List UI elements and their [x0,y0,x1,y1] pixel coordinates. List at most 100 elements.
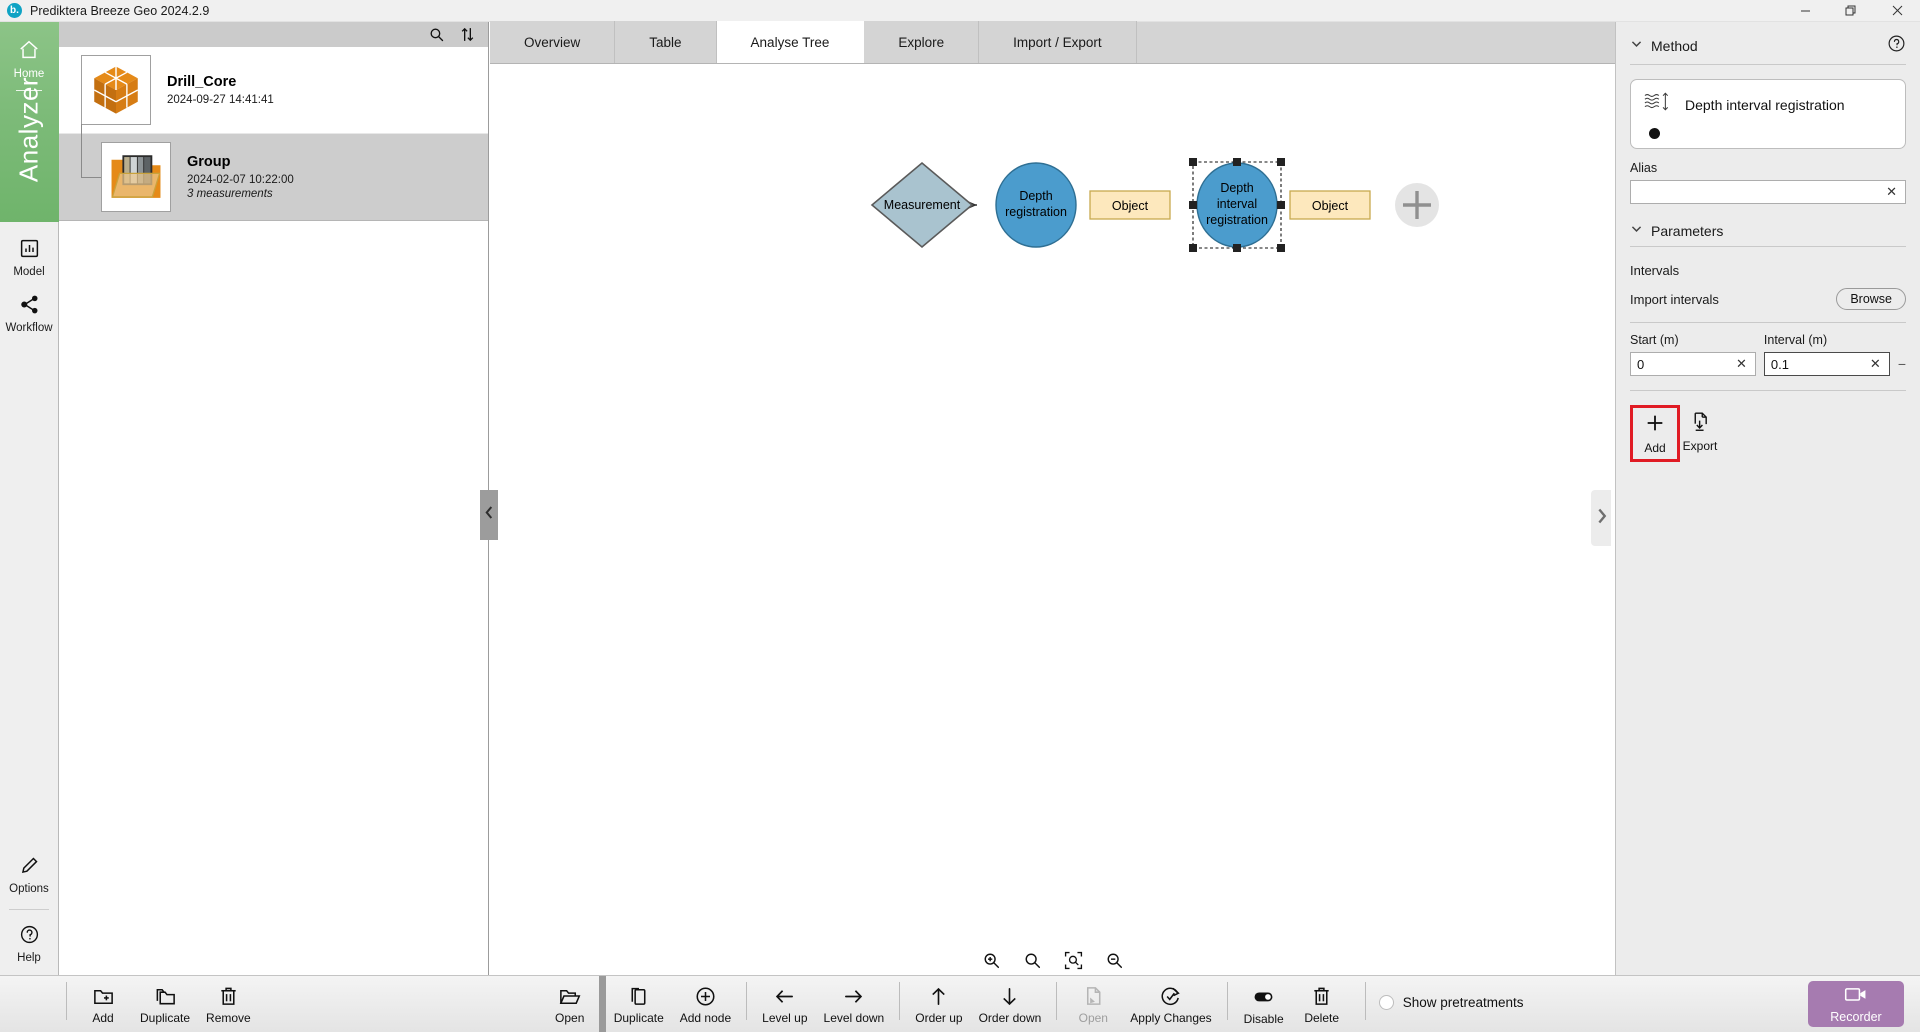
resize-handle-ne[interactable] [1277,158,1285,166]
zoom-in-icon[interactable] [982,951,1001,970]
parameters-section-header[interactable]: Parameters [1630,204,1906,240]
list-item-date: 2024-02-07 10:22:00 [187,174,294,186]
sidebar-item-options[interactable]: Options [0,855,59,895]
order-down-button[interactable]: Order down [971,976,1050,1028]
graph-node-depth-interval-registration[interactable]: Depth interval registration [1189,158,1285,252]
resize-handle-se[interactable] [1277,244,1285,252]
sidebar-item-help[interactable]: Help [0,924,59,964]
toolbar-group-tree: Duplicate Add node Level up Level down O… [606,976,1351,1032]
duplicate-node-button[interactable]: Duplicate [606,976,672,1028]
level-up-button[interactable]: Level up [754,976,815,1028]
interval-column: Interval (m) 0.1 ✕ [1763,333,1890,376]
apply-changes-button[interactable]: Apply Changes [1122,976,1219,1028]
window-title: Prediktera Breeze Geo 2024.2.9 [30,3,210,18]
remove-button[interactable]: Remove [198,976,259,1028]
resize-handle-e[interactable] [1277,201,1285,209]
search-icon[interactable] [428,26,445,43]
start-input[interactable]: 0 ✕ [1630,352,1756,376]
tab-import-export[interactable]: Import / Export [979,21,1137,63]
show-pretreatments-toggle[interactable]: Show pretreatments [1373,976,1524,1028]
tab-bar: Overview Table Analyse Tree Explore Impo… [490,21,1615,64]
clear-icon[interactable]: ✕ [1734,356,1749,372]
tab-explore[interactable]: Explore [864,21,980,63]
method-card-name: Depth interval registration [1685,96,1845,113]
window-controls [1782,0,1920,22]
start-value[interactable]: 0 [1637,357,1734,372]
sidebar-item-workflow-label: Workflow [5,322,53,334]
zoom-out-icon[interactable] [1105,951,1124,970]
chevron-down-icon[interactable] [1630,37,1643,55]
resize-handle-nw[interactable] [1189,158,1197,166]
duplicate-node-label: Duplicate [613,1011,664,1025]
expand-right-panel-button[interactable] [1591,490,1611,546]
interval-input[interactable]: 0.1 ✕ [1763,352,1890,376]
order-up-label: Order up [915,1011,963,1025]
graph-node-depth-registration-label-2: registration [1005,205,1067,219]
alias-field[interactable]: ✕ [1630,180,1906,204]
workflow-nodes-icon [19,294,40,320]
toolbar-divider [1056,982,1058,1020]
list-item[interactable]: Drill_Core 2024-09-27 14:41:41 [59,47,488,134]
recorder-button[interactable]: Recorder [1808,981,1904,1027]
import-intervals-label: Import intervals [1630,291,1719,307]
sidebar-item-model[interactable]: Model [0,238,59,278]
graph-node-add-button[interactable] [1395,183,1439,227]
disable-button[interactable]: Disable [1235,976,1293,1028]
list-item-name: Group [187,154,231,170]
chevron-left-icon [484,505,495,525]
question-circle-icon [19,924,40,950]
question-circle-icon[interactable] [1887,34,1906,58]
level-down-button[interactable]: Level down [816,976,893,1028]
sidebar-item-workflow[interactable]: Workflow [0,294,59,334]
resize-handle-n[interactable] [1233,158,1241,166]
duplicate-file-button[interactable]: Duplicate [132,976,198,1028]
delete-node-button[interactable]: Delete [1293,976,1351,1028]
remove-interval-row-button[interactable]: − [1898,356,1906,376]
tab-overview[interactable]: Overview [490,21,616,63]
open-file-button[interactable]: Open [541,976,599,1028]
method-section-header[interactable]: Method [1630,22,1906,58]
open-node-button: Open [1064,976,1122,1028]
order-up-button[interactable]: Order up [907,976,970,1028]
list-item[interactable]: Group 2024-02-07 10:22:00 3 measurements [59,124,488,221]
graph-node-measurement[interactable]: Measurement [870,161,974,249]
add-interval-button[interactable]: Add [1635,412,1675,455]
start-label: Start (m) [1630,333,1679,347]
graph-node-depth-registration[interactable]: Depth registration [995,162,1077,248]
resize-handle-s[interactable] [1233,244,1241,252]
zoom-fit-icon[interactable] [1064,951,1083,970]
collapse-left-panel-button[interactable] [480,490,498,540]
tab-table[interactable]: Table [615,21,717,63]
add-node-button[interactable]: Add node [672,976,739,1028]
level-down-label: Level down [823,1011,885,1025]
graph-node-object-2[interactable]: Object [1289,190,1371,220]
export-file-icon [1690,411,1711,437]
parameter-actions: Add Export [1630,405,1906,462]
clear-icon[interactable]: ✕ [1868,356,1883,372]
graph-node-object-1[interactable]: Object [1089,190,1171,220]
tab-analyse-tree[interactable]: Analyse Tree [716,21,865,63]
browse-button[interactable]: Browse [1836,288,1906,310]
method-card[interactable]: Depth interval registration [1630,79,1906,149]
apply-changes-label: Apply Changes [1130,1011,1212,1025]
depth-interval-icon [1642,89,1672,120]
sort-arrows-icon[interactable] [459,26,476,43]
plus-icon [1644,412,1666,439]
interval-value[interactable]: 0.1 [1771,357,1868,372]
add-button[interactable]: Add [74,976,132,1028]
close-icon[interactable] [1874,0,1920,22]
export-intervals-button[interactable]: Export [1680,411,1720,453]
toolbar-divider [1364,982,1366,1020]
file-list-toolbar [59,22,488,47]
clear-icon[interactable]: ✕ [1884,184,1899,200]
graph-node-depth-interval-registration-label-2: interval [1217,197,1257,211]
node-graph: Measurement Depth registration Object De… [870,158,1439,252]
restore-icon[interactable] [1828,0,1874,22]
graph-node-object-2-label: Object [1312,199,1349,213]
analyse-tree-canvas[interactable]: Measurement Depth registration Object De… [490,64,1615,984]
resize-handle-sw[interactable] [1189,244,1197,252]
zoom-reset-icon[interactable] [1023,951,1042,970]
resize-handle-w[interactable] [1189,201,1197,209]
minimize-icon[interactable] [1782,0,1828,22]
chevron-down-icon[interactable] [1630,222,1643,240]
